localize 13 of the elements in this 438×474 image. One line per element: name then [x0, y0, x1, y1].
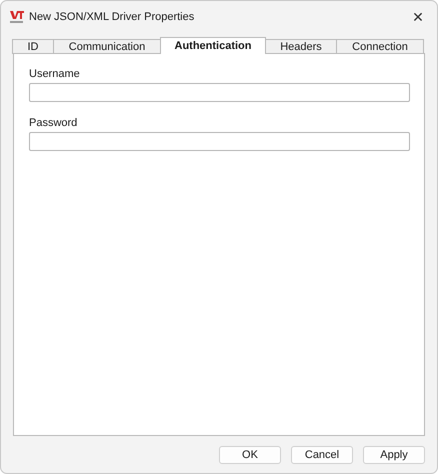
- field-label: Username: [29, 68, 81, 80]
- input-field[interactable]: [29, 83, 410, 102]
- dialog-button[interactable]: OK: [219, 446, 281, 464]
- field-label: Password: [29, 117, 78, 129]
- close-button[interactable]: ✕: [403, 2, 433, 32]
- dialog-button[interactable]: Cancel: [291, 446, 353, 464]
- window-title: New JSON/XML Driver Properties: [29, 11, 196, 23]
- tab[interactable]: Connection: [336, 39, 424, 54]
- tab[interactable]: Authentication: [160, 37, 266, 54]
- dialog-button[interactable]: Apply: [363, 446, 425, 464]
- logo-icon: [10, 10, 24, 24]
- tab[interactable]: ID: [12, 39, 54, 54]
- input-field[interactable]: [29, 132, 410, 151]
